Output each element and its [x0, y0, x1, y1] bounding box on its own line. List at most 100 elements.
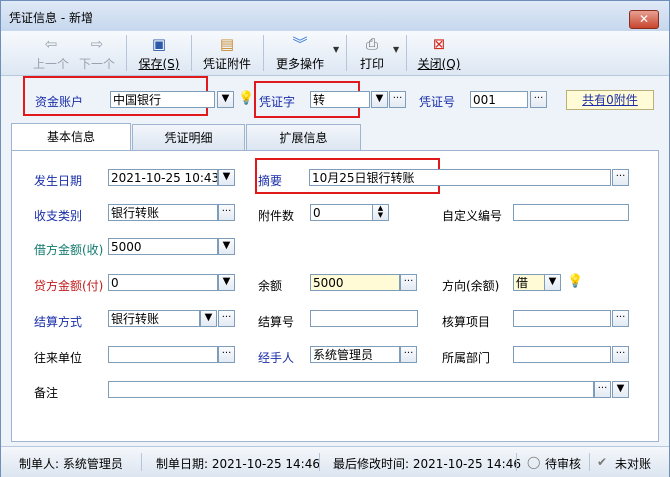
remark-ellipsis-icon[interactable]: ···	[594, 381, 611, 398]
account-label: 资金账户	[35, 95, 84, 109]
toolbar-separator	[346, 35, 347, 71]
created-date-text: 制单日期: 2021-10-25 14:46	[156, 457, 320, 471]
balance-field: 5000	[310, 274, 400, 291]
status-separator	[319, 453, 320, 471]
debit-dropdown-icon[interactable]: ▼	[218, 238, 235, 255]
handler-ellipsis-icon[interactable]: ···	[400, 346, 417, 363]
close-red-icon: ⊠	[432, 35, 446, 53]
remark-dropdown-icon[interactable]: ▼	[612, 381, 629, 398]
settle-method-ellipsis-icon[interactable]: ···	[218, 310, 235, 327]
printer-icon: ⎙	[365, 35, 378, 53]
category-label: 收支类别	[34, 209, 83, 223]
credit-label: 贷方金额(付)	[34, 279, 104, 293]
custom-no-field[interactable]	[513, 204, 629, 221]
remark-field[interactable]	[108, 381, 594, 398]
credit-dropdown-icon[interactable]: ▼	[218, 274, 235, 291]
settle-no-label: 结算号	[258, 315, 295, 329]
direction-label: 方向(余额)	[442, 279, 500, 293]
voucher-word-dropdown-icon[interactable]: ▼	[371, 91, 388, 108]
settle-no-field[interactable]	[310, 310, 418, 327]
accounting-item-field[interactable]	[513, 310, 611, 327]
attachments-link[interactable]: 共有0附件	[566, 90, 654, 110]
custom-no-label: 自定义编号	[442, 209, 503, 223]
attach-count-label: 附件数	[258, 209, 295, 223]
more-actions-button[interactable]: ︾ 更多操作	[271, 35, 329, 73]
date-dropdown-icon[interactable]: ▼	[218, 169, 235, 186]
department-ellipsis-icon[interactable]: ···	[612, 346, 629, 363]
date-label: 发生日期	[34, 174, 83, 188]
modified-text: 最后修改时间: 2021-10-25 14:46	[333, 457, 521, 471]
toolbar-separator	[406, 35, 407, 71]
settle-method-dropdown-icon[interactable]: ▼	[200, 310, 217, 327]
toolbar: ⇦ 上一个 ⇨ 下一个 ▣ 保存(S) ▤ 凭证附件 ︾ 更多操作 ▼ ⎙ 打印…	[1, 31, 669, 76]
tab-basic-info[interactable]: 基本信息	[11, 123, 131, 152]
category-field[interactable]: 银行转账	[108, 204, 218, 221]
save-icon: ▣	[151, 35, 167, 53]
print-dropdown-icon[interactable]: ▼	[393, 45, 399, 54]
review-status: 待审核	[545, 457, 582, 471]
category-ellipsis-icon[interactable]: ···	[218, 204, 235, 221]
debit-field[interactable]: 5000	[108, 238, 218, 255]
arrow-left-icon: ⇦	[44, 35, 58, 53]
debit-label: 借方金额(收)	[34, 243, 104, 257]
handler-field[interactable]: 系统管理员	[310, 346, 400, 363]
voucher-no-field[interactable]: 001	[470, 91, 528, 108]
toolbar-separator	[191, 35, 192, 71]
counterparty-label: 往来单位	[34, 351, 83, 365]
attachment-button[interactable]: ▤ 凭证附件	[199, 35, 255, 73]
status-separator	[589, 453, 590, 471]
next-button[interactable]: ⇨ 下一个	[77, 35, 117, 73]
toolbar-separator	[126, 35, 127, 71]
summary-field[interactable]: 10月25日银行转账	[309, 169, 611, 186]
account-dropdown-icon[interactable]: ▼	[217, 91, 234, 108]
settle-method-field[interactable]: 银行转账	[108, 310, 200, 327]
close-button[interactable]: ⊠ 关闭(Q)	[415, 35, 463, 73]
direction-field[interactable]: 借	[513, 274, 545, 291]
department-field[interactable]	[513, 346, 611, 363]
accounting-item-label: 核算项目	[442, 315, 491, 329]
department-label: 所属部门	[442, 351, 491, 365]
reconcile-status: 未对账	[615, 457, 652, 471]
balance-label: 余额	[258, 279, 283, 293]
voucher-no-ellipsis-icon[interactable]: ···	[530, 91, 547, 108]
settle-method-label: 结算方式	[34, 315, 83, 329]
voucher-window: 凭证信息 - 新增 ✕ ⇦ 上一个 ⇨ 下一个 ▣ 保存(S) ▤ 凭证附件 ︾…	[0, 0, 670, 477]
spinner-icon[interactable]: ▲ ▼	[372, 204, 389, 221]
counterparty-field[interactable]	[108, 346, 218, 363]
summary-ellipsis-icon[interactable]: ···	[612, 169, 629, 186]
voucher-word-ellipsis-icon[interactable]: ···	[389, 91, 406, 108]
attach-count-field[interactable]: 0	[310, 204, 373, 221]
balance-ellipsis-icon[interactable]: ···	[400, 274, 417, 291]
lightbulb-icon: 💡	[238, 91, 255, 106]
window-close-button[interactable]: ✕	[629, 10, 659, 29]
credit-field[interactable]: 0	[108, 274, 218, 291]
voucher-word-field[interactable]: 转	[310, 91, 370, 108]
status-circle-icon: ◯	[527, 455, 541, 469]
tab-voucher-detail[interactable]: 凭证明细	[132, 124, 245, 151]
summary-label: 摘要	[258, 174, 283, 188]
creator-text: 制单人: 系统管理员	[19, 457, 123, 471]
toolbar-separator	[263, 35, 264, 71]
voucher-no-label: 凭证号	[419, 95, 456, 109]
double-chevron-icon: ︾	[292, 35, 308, 53]
direction-dropdown-icon[interactable]: ▼	[544, 274, 561, 291]
save-button[interactable]: ▣ 保存(S)	[135, 35, 183, 73]
handler-label: 经手人	[258, 351, 295, 365]
window-title: 凭证信息 - 新增	[9, 11, 93, 25]
lightbulb-icon: 💡	[567, 274, 584, 289]
title-bar: 凭证信息 - 新增 ✕	[1, 1, 669, 31]
prev-button[interactable]: ⇦ 上一个	[31, 35, 71, 73]
accounting-item-ellipsis-icon[interactable]: ···	[612, 310, 629, 327]
voucher-word-label: 凭证字	[259, 95, 296, 109]
status-separator	[141, 453, 142, 471]
tab-extended-info[interactable]: 扩展信息	[246, 124, 361, 151]
print-button[interactable]: ⎙ 打印	[355, 35, 389, 73]
check-icon: ✔	[597, 455, 608, 469]
date-field[interactable]: 2021-10-25 10:43	[108, 169, 218, 186]
more-actions-dropdown-icon[interactable]: ▼	[333, 45, 339, 54]
status-separator	[516, 453, 517, 471]
remark-label: 备注	[34, 386, 59, 400]
account-field[interactable]: 中国银行	[110, 91, 215, 108]
arrow-right-icon: ⇨	[90, 35, 104, 53]
counterparty-ellipsis-icon[interactable]: ···	[218, 346, 235, 363]
